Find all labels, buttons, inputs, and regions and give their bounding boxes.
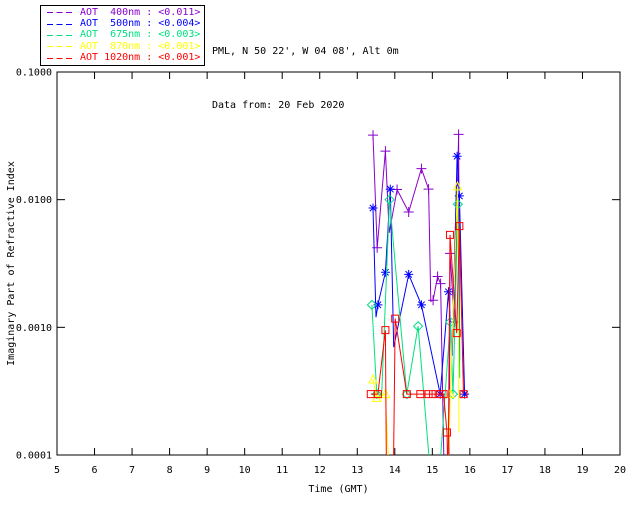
x-tick-label: 18 — [539, 465, 551, 476]
figure: AOT 400nm : <0.011> AOT 500nm : <0.004> AO… — [0, 0, 640, 512]
x-tick-label: 11 — [276, 465, 288, 476]
x-tick-label: 20 — [614, 465, 626, 476]
y-axis-label: Imaginary Part of Refractive Index — [6, 161, 17, 366]
x-tick-label: 5 — [54, 465, 60, 476]
x-tick-label: 12 — [314, 465, 326, 476]
x-tick-label: 19 — [576, 465, 588, 476]
x-tick-label: 17 — [501, 465, 513, 476]
x-tick-label: 10 — [239, 465, 251, 476]
x-tick-label: 9 — [204, 465, 210, 476]
y-tick-label: 0.0100 — [16, 195, 52, 206]
x-tick-label: 15 — [426, 465, 438, 476]
x-axis-label: Time (GMT) — [308, 484, 368, 495]
x-tick-label: 8 — [167, 465, 173, 476]
plot-svg: 5 6 7 8 9 10 11 12 13 14 15 16 17 18 19 200.10000.01000… — [6, 68, 626, 496]
x-tick-label: 6 — [92, 465, 98, 476]
y-tick-label: 0.0010 — [16, 323, 52, 334]
x-tick-label: 13 — [351, 465, 363, 476]
x-axis: 5 6 7 8 9 10 11 12 13 14 15 16 17 18 19 20 — [54, 72, 626, 476]
x-tick-label: 7 — [129, 465, 135, 476]
axes — [56, 71, 621, 456]
x-tick-label: 16 — [464, 465, 476, 476]
y-tick-label: 0.0001 — [16, 451, 52, 462]
x-tick-label: 14 — [389, 465, 401, 476]
y-axis: 0.1000 0.0100 0.0010 0.0001 — [16, 68, 620, 462]
y-tick-label: 0.1000 — [16, 68, 52, 79]
plot-frame — [56, 71, 621, 456]
